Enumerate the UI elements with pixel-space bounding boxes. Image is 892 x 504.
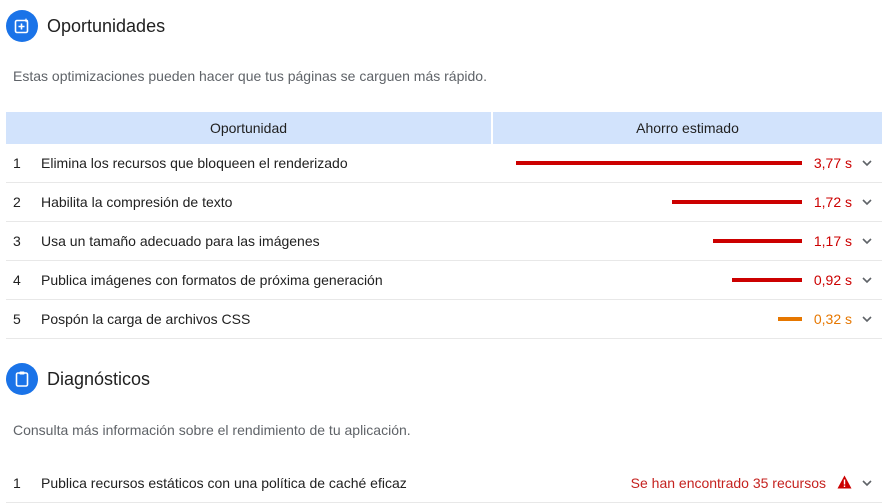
savings-bar bbox=[778, 317, 802, 321]
row-title: Publica recursos estáticos con una polít… bbox=[41, 475, 407, 491]
clipboard-icon bbox=[6, 363, 38, 395]
row-number: 4 bbox=[13, 272, 21, 288]
savings-bar bbox=[672, 200, 802, 204]
chevron-down-icon[interactable] bbox=[860, 195, 874, 209]
row-title: Usa un tamaño adecuado para las imágenes bbox=[41, 233, 320, 249]
chevron-down-icon[interactable] bbox=[860, 156, 874, 170]
opportunity-row[interactable]: 2 Habilita la compresión de texto 1,72 s bbox=[6, 183, 882, 222]
row-title: Habilita la compresión de texto bbox=[41, 194, 233, 210]
opportunities-header: Oportunidades bbox=[6, 10, 165, 42]
savings-value: 3,77 s bbox=[813, 155, 852, 171]
diagnostics-description: Consulta más información sobre el rendim… bbox=[13, 422, 411, 438]
chevron-down-icon[interactable] bbox=[860, 312, 874, 326]
savings-bar bbox=[516, 161, 802, 165]
row-number: 1 bbox=[13, 475, 21, 491]
opportunity-icon bbox=[6, 10, 38, 42]
chevron-down-icon[interactable] bbox=[860, 234, 874, 248]
opportunities-title: Oportunidades bbox=[47, 15, 166, 36]
row-number: 3 bbox=[13, 233, 21, 249]
column-header-saving: Ahorro estimado bbox=[493, 112, 882, 144]
opportunities-description: Estas optimizaciones pueden hacer que tu… bbox=[13, 68, 487, 84]
warning-icon bbox=[837, 475, 852, 489]
diagnostics-header: Diagnósticos bbox=[6, 363, 150, 395]
row-title: Elimina los recursos que bloqueen el ren… bbox=[41, 155, 348, 171]
row-number: 2 bbox=[13, 194, 21, 210]
row-number: 1 bbox=[13, 155, 21, 171]
savings-value: 0,32 s bbox=[813, 311, 852, 327]
savings-bar bbox=[732, 278, 802, 282]
diagnostic-row[interactable]: 1 Publica recursos estáticos con una pol… bbox=[6, 464, 882, 503]
opportunity-row[interactable]: 5 Pospón la carga de archivos CSS 0,32 s bbox=[6, 300, 882, 339]
savings-value: 1,72 s bbox=[813, 194, 852, 210]
row-title: Pospón la carga de archivos CSS bbox=[41, 311, 251, 327]
opportunities-table-header: Oportunidad Ahorro estimado bbox=[6, 112, 882, 144]
chevron-down-icon[interactable] bbox=[860, 273, 874, 287]
row-title: Publica imágenes con formatos de próxima… bbox=[41, 272, 383, 288]
savings-bar bbox=[713, 239, 802, 243]
column-header-opportunity: Oportunidad bbox=[6, 112, 491, 144]
chevron-down-icon[interactable] bbox=[860, 476, 874, 490]
row-number: 5 bbox=[13, 311, 21, 327]
savings-value: 0,92 s bbox=[813, 272, 852, 288]
diagnostics-title: Diagnósticos bbox=[47, 368, 151, 389]
opportunity-row[interactable]: 3 Usa un tamaño adecuado para las imágene… bbox=[6, 222, 882, 261]
status-text: Se han encontrado 35 recursos bbox=[630, 475, 826, 491]
savings-value: 1,17 s bbox=[813, 233, 852, 249]
opportunity-row[interactable]: 4 Publica imágenes con formatos de próxim… bbox=[6, 261, 882, 300]
opportunity-row[interactable]: 1 Elimina los recursos que bloqueen el re… bbox=[6, 144, 882, 183]
